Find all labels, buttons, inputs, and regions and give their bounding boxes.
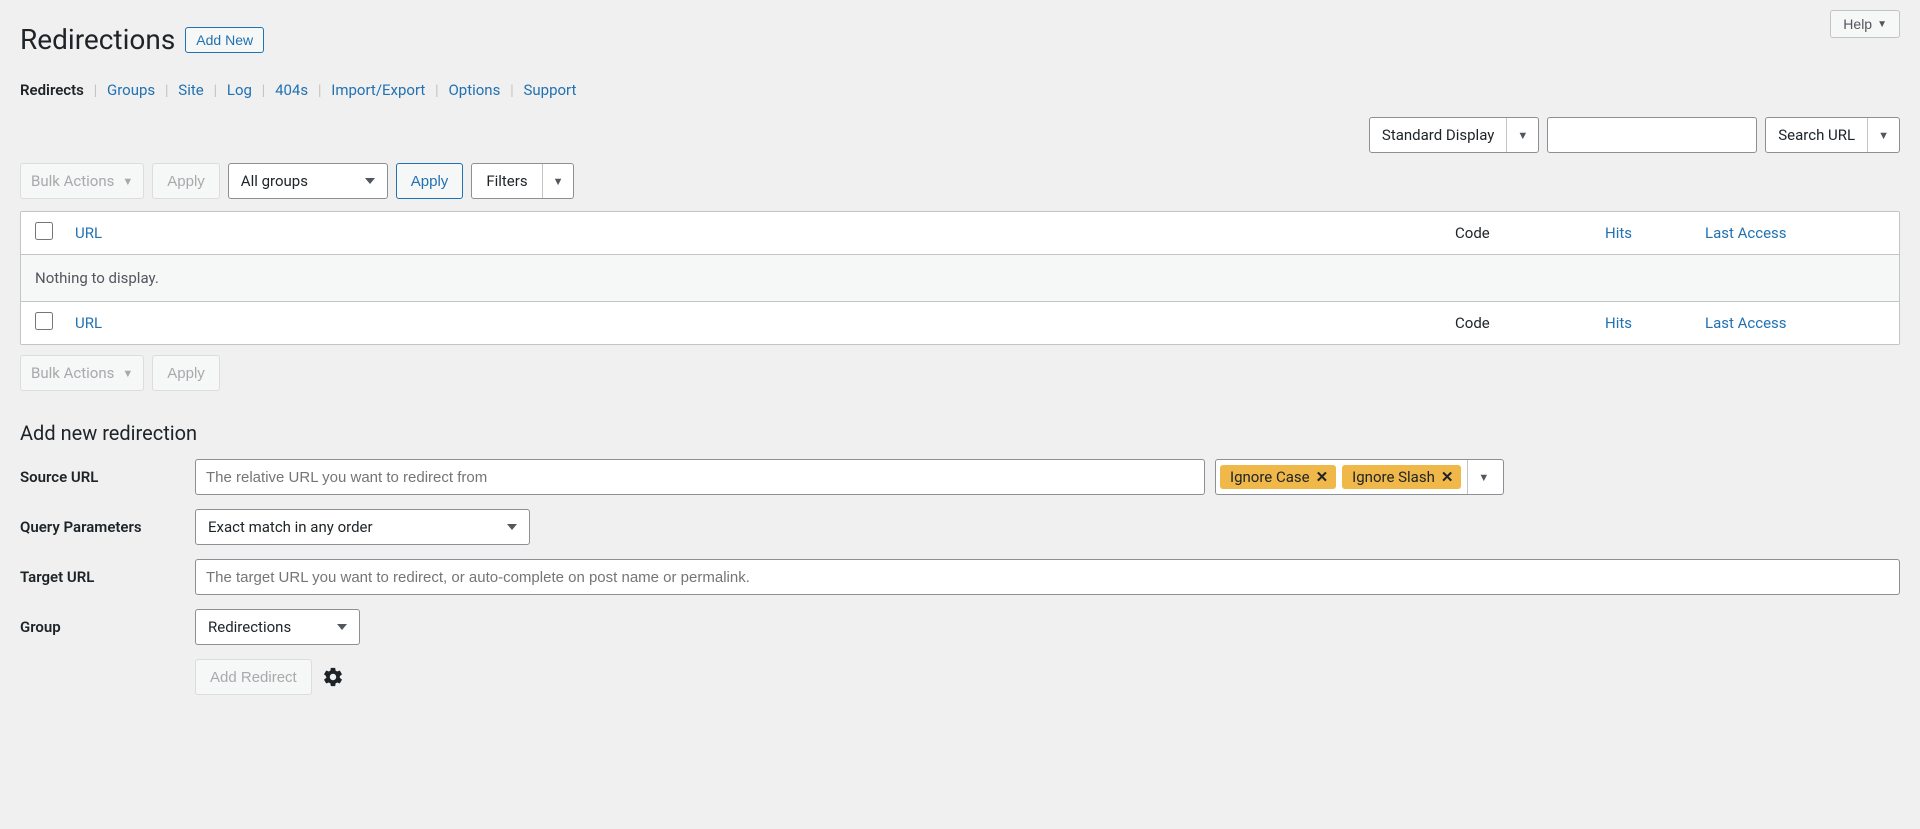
col-code-footer: Code bbox=[1455, 314, 1490, 332]
add-redirect-button[interactable]: Add Redirect bbox=[195, 659, 312, 695]
select-all-checkbox-footer[interactable] bbox=[35, 312, 53, 330]
chevron-down-icon: ▼ bbox=[122, 175, 133, 188]
form-title: Add new redirection bbox=[20, 421, 1900, 445]
subnav-site[interactable]: Site bbox=[178, 81, 203, 99]
col-last-access[interactable]: Last Access bbox=[1705, 224, 1787, 242]
display-mode-label: Standard Display bbox=[1370, 118, 1506, 152]
source-url-input[interactable] bbox=[195, 459, 1205, 495]
target-url-input[interactable] bbox=[195, 559, 1900, 595]
tag-ignore-slash[interactable]: Ignore Slash ✕ bbox=[1342, 465, 1461, 489]
groups-select-label: All groups bbox=[241, 172, 308, 190]
col-last-access-footer[interactable]: Last Access bbox=[1705, 314, 1787, 332]
table-footer: URL Code Hits Last Access bbox=[21, 301, 1899, 344]
apply-filter-button[interactable]: Apply bbox=[396, 163, 464, 199]
url-options-dropdown[interactable]: ▼ bbox=[1467, 460, 1499, 494]
apply-bulk-button-bottom[interactable]: Apply bbox=[152, 355, 220, 391]
groups-select[interactable]: All groups bbox=[228, 163, 388, 199]
search-type-label: Search URL bbox=[1766, 118, 1867, 152]
col-hits-footer[interactable]: Hits bbox=[1605, 314, 1632, 332]
bulk-actions-select-bottom[interactable]: Bulk Actions ▼ bbox=[20, 355, 144, 391]
display-mode-select[interactable]: Standard Display ▼ bbox=[1369, 117, 1539, 153]
close-icon[interactable]: ✕ bbox=[1316, 468, 1329, 486]
col-url-footer[interactable]: URL bbox=[75, 314, 102, 332]
chevron-down-icon: ▼ bbox=[1877, 19, 1887, 30]
filters-button[interactable]: Filters ▼ bbox=[471, 163, 574, 199]
subnav: Redirects | Groups | Site | Log | 404s |… bbox=[20, 81, 1900, 99]
subnav-support[interactable]: Support bbox=[523, 81, 576, 99]
source-url-label: Source URL bbox=[20, 468, 185, 486]
redirects-table: URL Code Hits Last Access Nothing to dis… bbox=[20, 211, 1900, 345]
filters-label: Filters bbox=[472, 164, 541, 198]
url-options-tags: Ignore Case ✕ Ignore Slash ✕ ▼ bbox=[1215, 459, 1504, 495]
col-hits[interactable]: Hits bbox=[1605, 224, 1632, 242]
apply-bulk-button[interactable]: Apply bbox=[152, 163, 220, 199]
chevron-down-icon: ▼ bbox=[1506, 118, 1538, 152]
close-icon[interactable]: ✕ bbox=[1441, 468, 1454, 486]
tag-ignore-case[interactable]: Ignore Case ✕ bbox=[1220, 465, 1336, 489]
search-input[interactable] bbox=[1547, 117, 1757, 153]
col-url[interactable]: URL bbox=[75, 224, 102, 242]
bulk-actions-select[interactable]: Bulk Actions ▼ bbox=[20, 163, 144, 199]
group-select[interactable]: Redirections bbox=[195, 609, 360, 645]
select-all-checkbox[interactable] bbox=[35, 222, 53, 240]
chevron-down-icon: ▼ bbox=[122, 367, 133, 380]
target-url-label: Target URL bbox=[20, 568, 185, 586]
chevron-down-icon: ▼ bbox=[542, 164, 574, 198]
subnav-log[interactable]: Log bbox=[227, 81, 252, 99]
add-new-button[interactable]: Add New bbox=[185, 27, 264, 53]
subnav-404s[interactable]: 404s bbox=[275, 81, 308, 99]
search-type-select[interactable]: Search URL ▼ bbox=[1765, 117, 1900, 153]
query-params-select[interactable]: Exact match in any order bbox=[195, 509, 530, 545]
help-label: Help bbox=[1843, 16, 1872, 32]
chevron-down-icon: ▼ bbox=[1867, 118, 1899, 152]
query-params-label: Query Parameters bbox=[20, 518, 185, 536]
table-empty-message: Nothing to display. bbox=[21, 255, 1899, 301]
group-label: Group bbox=[20, 618, 185, 636]
bulk-actions-label: Bulk Actions bbox=[31, 172, 114, 190]
subnav-redirects[interactable]: Redirects bbox=[20, 81, 84, 99]
subnav-import-export[interactable]: Import/Export bbox=[331, 81, 425, 99]
bulk-act療label-bottom: Bulk Actions bbox=[31, 364, 114, 382]
help-button[interactable]: Help ▼ bbox=[1830, 10, 1900, 38]
col-code: Code bbox=[1455, 224, 1490, 242]
page-title: Redirections bbox=[20, 23, 175, 56]
subnav-groups[interactable]: Groups bbox=[107, 81, 155, 99]
subnav-options[interactable]: Options bbox=[448, 81, 500, 99]
gear-icon[interactable] bbox=[322, 666, 344, 688]
table-header: URL Code Hits Last Access bbox=[21, 212, 1899, 255]
